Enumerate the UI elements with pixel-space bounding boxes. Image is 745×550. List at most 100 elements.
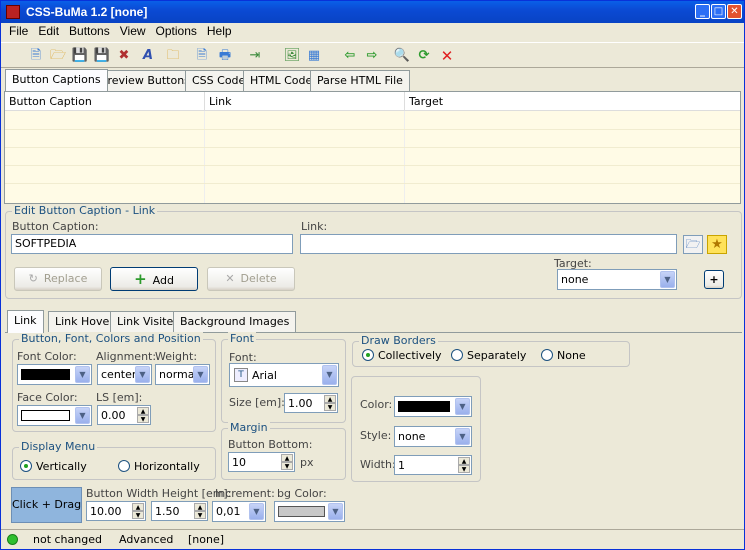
chevron-down-icon[interactable]: ▼: [75, 407, 90, 424]
spin-down-icon[interactable]: ▼: [324, 403, 336, 411]
vertically-radio[interactable]: Vertically: [20, 460, 87, 473]
spin-up-icon[interactable]: ▲: [281, 454, 293, 462]
font-select[interactable]: T Arial ▼: [229, 363, 339, 387]
border-style-select[interactable]: none ▼: [394, 426, 472, 447]
chevron-down-icon[interactable]: ▼: [135, 366, 150, 383]
separately-radio[interactable]: Separately: [451, 349, 526, 362]
chevron-down-icon[interactable]: ▼: [455, 398, 470, 415]
add-target-button[interactable]: +: [704, 270, 724, 289]
delete-x-icon: ✕: [225, 272, 235, 285]
ls-spinner[interactable]: 0.00 ▲ ▼: [97, 405, 151, 425]
link-label: Link:: [301, 220, 328, 233]
spin-down-icon[interactable]: ▼: [281, 462, 293, 470]
menu-file[interactable]: File: [1, 23, 33, 39]
link-input[interactable]: [300, 234, 677, 254]
spin-up-icon[interactable]: ▲: [137, 407, 149, 415]
border-color-select[interactable]: ▼: [394, 396, 472, 417]
spin-up-icon[interactable]: ▲: [458, 457, 470, 465]
none-radio[interactable]: None: [541, 349, 586, 362]
spin-down-icon[interactable]: ▼: [132, 511, 144, 519]
web-icon[interactable]: ▦: [305, 47, 323, 65]
tab-background-images[interactable]: Background Images: [173, 311, 297, 332]
app-window: CSS-BuMa 1.2 [none] _ □ ✕ File Edit Button…: [0, 0, 745, 550]
border-width-spinner[interactable]: 1 ▲ ▼: [394, 455, 472, 475]
captions-table[interactable]: Button Caption Link Target: [4, 91, 741, 204]
chevron-down-icon[interactable]: ▼: [249, 503, 264, 520]
font-color-select[interactable]: ▼: [17, 364, 92, 385]
chevron-down-icon[interactable]: ▼: [660, 271, 675, 288]
delete-button[interactable]: ✕ Delete: [207, 267, 295, 291]
save-icon[interactable]: 💾: [71, 47, 89, 65]
bg-color-label: bg Color:: [277, 487, 327, 500]
chevron-down-icon[interactable]: ▼: [455, 428, 470, 445]
edit-caption-legend: Edit Button Caption - Link: [12, 204, 158, 217]
bg-color-select[interactable]: ▼: [274, 501, 345, 522]
button-height-spinner[interactable]: 1.50 ▲ ▼: [151, 501, 208, 521]
spin-up-icon[interactable]: ▲: [132, 503, 144, 511]
tab-html-code[interactable]: HTML Code: [243, 70, 320, 91]
spin-down-icon[interactable]: ▼: [458, 465, 470, 473]
font-color-label: Font Color:: [17, 350, 77, 363]
width-height-label: Button Width Height [em]:: [86, 487, 232, 500]
browse-folder-icon[interactable]: 🗁: [683, 235, 703, 254]
increment-select[interactable]: 0,01 ▼: [212, 501, 266, 522]
chevron-down-icon[interactable]: ▼: [193, 366, 208, 383]
target-select[interactable]: none ▼: [557, 269, 677, 290]
button-bottom-spinner[interactable]: 10 ▲ ▼: [228, 452, 295, 472]
menu-edit[interactable]: Edit: [33, 23, 64, 39]
button-width-spinner[interactable]: 10.00 ▲ ▼: [86, 501, 146, 521]
app-icon[interactable]: [6, 5, 20, 19]
print-icon[interactable]: 🖶: [216, 47, 234, 65]
new-file-icon[interactable]: 🗎: [27, 47, 45, 65]
title-bar: CSS-BuMa 1.2 [none] _ □ ✕: [1, 1, 744, 23]
ls-label: LS [em]:: [96, 391, 143, 404]
replace-button[interactable]: ↻ Replace: [14, 267, 102, 291]
collectively-radio[interactable]: Collectively: [362, 349, 442, 362]
export-icon[interactable]: 🗎: [193, 47, 211, 65]
spin-down-icon[interactable]: ▼: [137, 415, 149, 423]
delete-file-icon[interactable]: ✖: [115, 47, 133, 65]
column-target[interactable]: Target: [405, 92, 740, 111]
caption-input[interactable]: SOFTPEDIA: [11, 234, 293, 254]
arrow-right-icon[interactable]: ⇨: [363, 47, 381, 65]
chevron-down-icon[interactable]: ▼: [328, 503, 343, 520]
open-file-icon[interactable]: 🗁: [49, 47, 67, 65]
search-icon[interactable]: 🔍: [393, 47, 411, 65]
tab-preview-buttons[interactable]: Preview Buttons: [94, 70, 197, 91]
spin-up-icon[interactable]: ▲: [324, 395, 336, 403]
tab-link[interactable]: Link: [7, 310, 44, 333]
folder-icon[interactable]: 🗀: [164, 47, 182, 65]
px-unit-label: px: [300, 456, 314, 469]
tab-parse-html-file[interactable]: Parse HTML File: [310, 70, 410, 91]
add-button[interactable]: + Add: [110, 267, 198, 291]
save-as-icon[interactable]: 💾: [93, 47, 111, 65]
menu-buttons[interactable]: Buttons: [64, 23, 115, 39]
plus-icon: +: [134, 270, 147, 288]
menu-view[interactable]: View: [115, 23, 151, 39]
font-icon[interactable]: A: [139, 47, 157, 65]
menu-options[interactable]: Options: [151, 23, 202, 39]
import-icon[interactable]: ⇥: [246, 47, 264, 65]
chevron-down-icon[interactable]: ▼: [322, 365, 337, 385]
favorite-star-icon[interactable]: ★: [707, 235, 727, 254]
maximize-button[interactable]: □: [711, 4, 726, 19]
weight-select[interactable]: normal ▼: [155, 364, 210, 385]
menu-help[interactable]: Help: [202, 23, 237, 39]
alignment-select[interactable]: center ▼: [97, 364, 152, 385]
close-icon[interactable]: ✕: [438, 47, 456, 65]
column-button-caption[interactable]: Button Caption: [5, 92, 205, 111]
preview-button[interactable]: Click + Drag: [11, 487, 82, 523]
column-link[interactable]: Link: [205, 92, 405, 111]
face-color-select[interactable]: ▼: [17, 405, 92, 426]
spin-up-icon[interactable]: ▲: [194, 503, 206, 511]
size-spinner[interactable]: 1.00 ▲ ▼: [284, 393, 338, 413]
close-button[interactable]: ✕: [727, 4, 742, 19]
chevron-down-icon[interactable]: ▼: [75, 366, 90, 383]
refresh-icon[interactable]: ⟳: [415, 47, 433, 65]
image-icon[interactable]: 🖼: [283, 47, 301, 65]
minimize-button[interactable]: _: [695, 4, 710, 19]
tab-button-captions[interactable]: Button Captions: [5, 69, 108, 91]
horizontally-radio[interactable]: Horizontally: [118, 460, 200, 473]
arrow-left-icon[interactable]: ⇦: [341, 47, 359, 65]
spin-down-icon[interactable]: ▼: [194, 511, 206, 519]
